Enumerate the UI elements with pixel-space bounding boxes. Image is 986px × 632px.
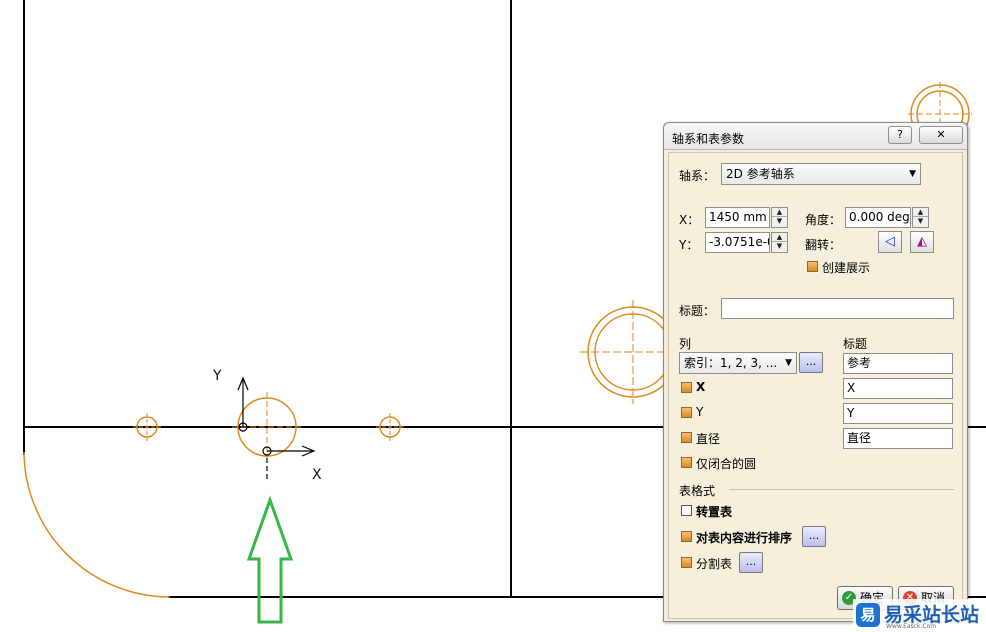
transpose-checkbox[interactable] [681, 505, 692, 516]
column-x-checkbox[interactable] [681, 382, 692, 393]
axis-system [237, 376, 316, 480]
watermark-url: Www.Easck.Com [886, 623, 937, 630]
angle-input[interactable]: 0.000 deg [845, 207, 911, 228]
column-y-title-input[interactable]: Y [843, 403, 953, 424]
titles-header: 标题 [843, 337, 868, 351]
axis-table-dialog: 轴系和表参数 ? ✕ 轴系： 2D 参考轴系 ▼ X： 1450 mm ▲ ▼ Y… [663, 122, 968, 622]
axis-system-combo[interactable]: 2D 参考轴系 ▼ [721, 163, 921, 185]
flip-label: 翻转： [805, 238, 842, 252]
index-title-input[interactable]: 参考 [843, 353, 953, 374]
flip-horizontal-icon[interactable]: ◁ [878, 231, 902, 253]
column-diameter-label: 直径 [696, 432, 721, 446]
table-format-label: 表格式 [679, 484, 716, 498]
angle-spinner[interactable]: ▲ ▼ [912, 207, 929, 228]
watermark-logo-icon: 易 [856, 603, 880, 627]
column-y-checkbox[interactable] [681, 407, 692, 418]
x-input[interactable]: 1450 mm [705, 207, 770, 228]
x-axis-label: X [312, 467, 322, 483]
axis-system-label: 轴系： [679, 169, 716, 183]
create-view-checkbox[interactable] [807, 261, 818, 272]
chevron-down-icon: ▼ [909, 169, 916, 179]
split-more-button[interactable]: ... [739, 552, 763, 573]
title-input[interactable] [721, 298, 954, 319]
dialog-titlebar[interactable]: 轴系和表参数 ? ✕ [664, 123, 967, 150]
split-checkbox[interactable] [681, 557, 692, 568]
quarter-arc [23, 451, 171, 598]
chevron-down-icon: ▼ [785, 358, 792, 368]
index-more-button[interactable]: ... [799, 352, 823, 373]
y-label: Y： [679, 238, 699, 252]
x-label: X： [679, 213, 700, 227]
green-up-arrow [246, 495, 294, 624]
column-x-label: X [696, 380, 706, 394]
column-diameter-checkbox[interactable] [681, 432, 692, 443]
sort-more-button[interactable]: ... [802, 526, 826, 547]
y-axis-label: Y [213, 368, 222, 384]
closed-circles-checkbox[interactable] [681, 457, 692, 468]
column-diameter-title-input[interactable]: 直径 [843, 428, 953, 449]
closed-circles-label: 仅闭合的圆 [696, 457, 757, 471]
split-label: 分割表 [696, 557, 733, 571]
sort-label: 对表内容进行排序 [696, 531, 793, 545]
flip-vertical-icon[interactable]: ◭ [910, 231, 934, 253]
x-spinner[interactable]: ▲ ▼ [771, 207, 788, 228]
column-x-title-input[interactable]: X [843, 378, 953, 399]
table-format-separator [729, 489, 954, 490]
help-button[interactable]: ? [888, 126, 912, 144]
index-combo-value: 索引：1, 2, 3, ... [684, 356, 778, 370]
y-input[interactable]: -3.0751e-0 [705, 232, 770, 253]
y-spinner[interactable]: ▲ ▼ [771, 232, 788, 253]
watermark: 易 易采站长站 Www.Easck.Com [853, 599, 986, 632]
title-label: 标题： [679, 304, 716, 318]
columns-header: 列 [679, 337, 692, 351]
column-y-label: Y [696, 405, 704, 419]
angle-label: 角度： [805, 213, 842, 227]
small-circle-right [376, 413, 404, 441]
index-combo[interactable]: 索引：1, 2, 3, ... ▼ [679, 352, 797, 374]
axis-system-value: 2D 参考轴系 [726, 167, 795, 181]
dialog-body: 轴系： 2D 参考轴系 ▼ X： 1450 mm ▲ ▼ Y： -3.0751e-… [668, 152, 963, 619]
transpose-label: 转置表 [696, 505, 733, 519]
create-view-label: 创建展示 [822, 261, 871, 275]
close-button[interactable]: ✕ [919, 126, 963, 144]
dialog-title: 轴系和表参数 [672, 132, 745, 146]
small-circle-left [133, 413, 161, 441]
sort-checkbox[interactable] [681, 531, 692, 542]
